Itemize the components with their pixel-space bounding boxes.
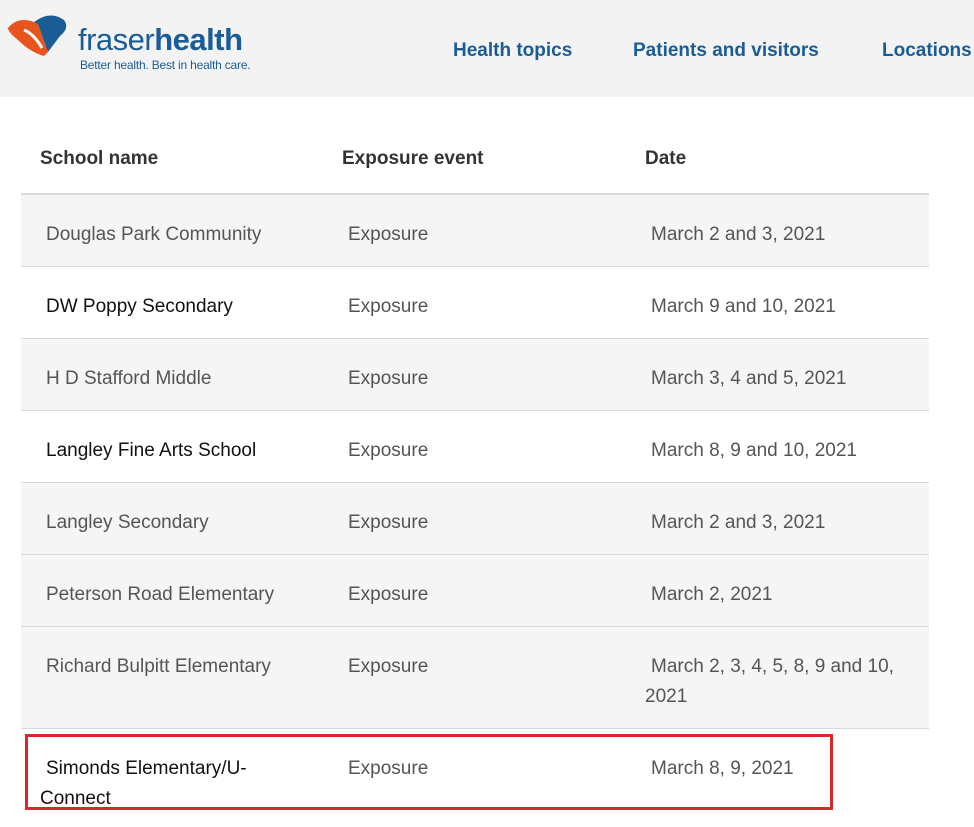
school-name-cell: Peterson Road Elementary: [46, 584, 275, 605]
date-cell: March 2, 2021: [651, 584, 773, 605]
table-row: H D Stafford Middle Exposure March 3, 4 …: [21, 339, 929, 411]
fraser-health-logo[interactable]: fraserhealth Better health. Best in heal…: [4, 8, 251, 78]
exposure-event-cell: Exposure: [348, 224, 429, 245]
table-row: Langley Secondary Exposure March 2 and 3…: [21, 483, 929, 555]
school-name-cell: Richard Bulpitt Elementary: [46, 656, 271, 677]
nav-locations[interactable]: Locations: [882, 38, 972, 64]
column-header-school-name: School name: [40, 148, 159, 169]
table-row: Richard Bulpitt Elementary Exposure Marc…: [21, 627, 929, 729]
brand-part-1: fraser: [78, 22, 155, 57]
brand-tagline: Better health. Best in health care.: [80, 58, 251, 72]
school-name-cell: DW Poppy Secondary: [46, 296, 233, 317]
column-header-exposure-event: Exposure event: [342, 148, 484, 169]
date-cell: March 9 and 10, 2021: [651, 296, 836, 317]
table-row: Langley Fine Arts School Exposure March …: [21, 411, 929, 483]
table-header-row: School name Exposure event Date: [21, 122, 929, 195]
exposure-event-cell: Exposure: [348, 584, 429, 605]
date-cell: March 8, 9 and 10, 2021: [651, 440, 857, 461]
nav-health-topics[interactable]: Health topics: [453, 38, 572, 64]
exposure-event-cell: Exposure: [348, 296, 429, 317]
exposure-event-cell: Exposure: [348, 368, 429, 389]
heart-logo-icon: [8, 15, 67, 56]
school-name-cell: Langley Secondary: [46, 512, 209, 533]
table-row: Peterson Road Elementary Exposure March …: [21, 555, 929, 627]
school-exposure-table: School name Exposure event Date Douglas …: [21, 122, 929, 819]
date-cell: March 2, 3, 4, 5, 8, 9 and 10, 2021: [645, 656, 894, 707]
site-header: fraserhealth Better health. Best in heal…: [0, 0, 974, 97]
nav-patients-and-visitors[interactable]: Patients and visitors: [633, 38, 819, 64]
exposure-event-cell: Exposure: [348, 656, 429, 677]
date-cell: March 2 and 3, 2021: [651, 224, 826, 245]
exposure-event-cell: Exposure: [348, 512, 429, 533]
brand-wordmark: fraserhealth: [78, 20, 243, 60]
highlight-box: [25, 734, 833, 810]
school-name-cell: H D Stafford Middle: [46, 368, 212, 389]
school-name-cell: Langley Fine Arts School: [46, 440, 257, 461]
table-row: DW Poppy Secondary Exposure March 9 and …: [21, 267, 929, 339]
column-header-date: Date: [645, 148, 687, 169]
brand-part-2: health: [154, 22, 243, 57]
exposure-event-cell: Exposure: [348, 440, 429, 461]
date-cell: March 3, 4 and 5, 2021: [651, 368, 847, 389]
date-cell: March 2 and 3, 2021: [651, 512, 826, 533]
school-name-cell: Douglas Park Community: [46, 224, 262, 245]
table-row: Douglas Park Community Exposure March 2 …: [21, 195, 929, 267]
